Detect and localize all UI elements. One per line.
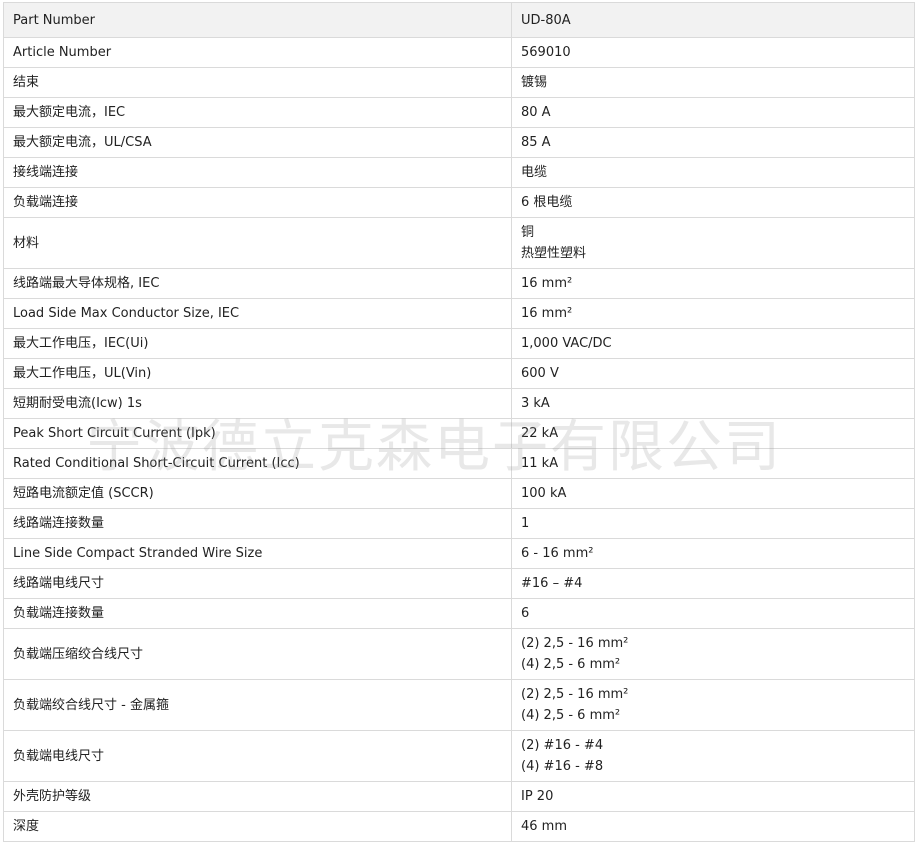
row-value: 80 A xyxy=(511,97,915,128)
table-row: 深度 46 mm xyxy=(3,811,915,842)
row-value: (2) #16 - #4 (4) #16 - #8 xyxy=(511,730,915,782)
spec-table: Part Number UD-80A Article Number 569010… xyxy=(3,2,915,842)
row-value: 11 kA xyxy=(511,448,915,479)
row-label: 线路端连接数量 xyxy=(3,508,512,539)
row-label: 最大工作电压，UL(Vin) xyxy=(3,358,512,389)
table-row: 线路端电线尺寸 #16 – #4 xyxy=(3,568,915,599)
table-row: 最大工作电压，UL(Vin) 600 V xyxy=(3,358,915,389)
table-row: 最大工作电压，IEC(Ui) 1,000 VAC/DC xyxy=(3,328,915,359)
row-value: 6 - 16 mm² xyxy=(511,538,915,569)
row-label: 线路端电线尺寸 xyxy=(3,568,512,599)
table-row: 负载端绞合线尺寸 - 金属箍 (2) 2,5 - 16 mm² (4) 2,5 … xyxy=(3,679,915,731)
row-value: 569010 xyxy=(511,37,915,68)
row-label: Load Side Max Conductor Size, IEC xyxy=(3,298,512,329)
row-value: 6 xyxy=(511,598,915,629)
row-label: Line Side Compact Stranded Wire Size xyxy=(3,538,512,569)
table-row: 材料 铜 热塑性塑料 xyxy=(3,217,915,269)
row-label: 负载端电线尺寸 xyxy=(3,730,512,782)
value-line: (2) #16 - #4 xyxy=(521,738,604,753)
row-value: 1,000 VAC/DC xyxy=(511,328,915,359)
row-label: 负载端连接数量 xyxy=(3,598,512,629)
table-row: Load Side Max Conductor Size, IEC 16 mm² xyxy=(3,298,915,329)
row-label: 线路端最大导体规格, IEC xyxy=(3,268,512,299)
row-label: 深度 xyxy=(3,811,512,842)
table-row: Line Side Compact Stranded Wire Size 6 -… xyxy=(3,538,915,569)
table-row: Peak Short Circuit Current (Ipk) 22 kA xyxy=(3,418,915,449)
table-row: 外壳防护等级 IP 20 xyxy=(3,781,915,812)
row-value: 600 V xyxy=(511,358,915,389)
row-label: 最大工作电压，IEC(Ui) xyxy=(3,328,512,359)
row-value: 电缆 xyxy=(511,157,915,188)
row-label: 负载端绞合线尺寸 - 金属箍 xyxy=(3,679,512,731)
table-row: 负载端电线尺寸 (2) #16 - #4 (4) #16 - #8 xyxy=(3,730,915,782)
table-row: 短路电流额定值 (SCCR) 100 kA xyxy=(3,478,915,509)
value-line: 热塑性塑料 xyxy=(521,246,587,261)
row-label: 短期耐受电流(Icw) 1s xyxy=(3,388,512,419)
row-label: Rated Conditional Short-Circuit Current … xyxy=(3,448,512,479)
row-label: 外壳防护等级 xyxy=(3,781,512,812)
table-row: 负载端压缩绞合线尺寸 (2) 2,5 - 16 mm² (4) 2,5 - 6 … xyxy=(3,628,915,680)
row-label: Article Number xyxy=(3,37,512,68)
table-row: 最大额定电流，IEC 80 A xyxy=(3,97,915,128)
value-line: 铜 xyxy=(521,225,535,240)
table-row: 线路端连接数量 1 xyxy=(3,508,915,539)
row-value: 6 根电缆 xyxy=(511,187,915,218)
table-row: Article Number 569010 xyxy=(3,37,915,68)
row-label: Peak Short Circuit Current (Ipk) xyxy=(3,418,512,449)
table-row: Rated Conditional Short-Circuit Current … xyxy=(3,448,915,479)
table-row: 最大额定电流，UL/CSA 85 A xyxy=(3,127,915,158)
row-value: (2) 2,5 - 16 mm² (4) 2,5 - 6 mm² xyxy=(511,628,915,680)
row-label: 最大额定电流，UL/CSA xyxy=(3,127,512,158)
value-line: (2) 2,5 - 16 mm² xyxy=(521,636,629,651)
row-value: 3 kA xyxy=(511,388,915,419)
row-value: 100 kA xyxy=(511,478,915,509)
row-label: 短路电流额定值 (SCCR) xyxy=(3,478,512,509)
row-label: 材料 xyxy=(3,217,512,269)
row-value: 16 mm² xyxy=(511,298,915,329)
row-value: 1 xyxy=(511,508,915,539)
row-value: UD-80A xyxy=(511,2,915,38)
table-row: Part Number UD-80A xyxy=(3,2,915,38)
table-row: 结束 镀锡 xyxy=(3,67,915,98)
row-label: 负载端压缩绞合线尺寸 xyxy=(3,628,512,680)
row-value: 46 mm xyxy=(511,811,915,842)
value-line: (4) 2,5 - 6 mm² xyxy=(521,657,621,672)
row-value: 镀锡 xyxy=(511,67,915,98)
value-line: (4) #16 - #8 xyxy=(521,759,604,774)
row-label: 最大额定电流，IEC xyxy=(3,97,512,128)
table-row: 负载端连接 6 根电缆 xyxy=(3,187,915,218)
table-row: 负载端连接数量 6 xyxy=(3,598,915,629)
row-label: 结束 xyxy=(3,67,512,98)
table-row: 短期耐受电流(Icw) 1s 3 kA xyxy=(3,388,915,419)
row-value: (2) 2,5 - 16 mm² (4) 2,5 - 6 mm² xyxy=(511,679,915,731)
row-label: 接线端连接 xyxy=(3,157,512,188)
row-value: 铜 热塑性塑料 xyxy=(511,217,915,269)
row-value: IP 20 xyxy=(511,781,915,812)
value-line: (2) 2,5 - 16 mm² xyxy=(521,687,629,702)
row-value: 22 kA xyxy=(511,418,915,449)
row-label: 负载端连接 xyxy=(3,187,512,218)
value-line: (4) 2,5 - 6 mm² xyxy=(521,708,621,723)
row-value: 16 mm² xyxy=(511,268,915,299)
table-row: 线路端最大导体规格, IEC 16 mm² xyxy=(3,268,915,299)
row-value: 85 A xyxy=(511,127,915,158)
row-value: #16 – #4 xyxy=(511,568,915,599)
table-row: 接线端连接 电缆 xyxy=(3,157,915,188)
row-label: Part Number xyxy=(3,2,512,38)
